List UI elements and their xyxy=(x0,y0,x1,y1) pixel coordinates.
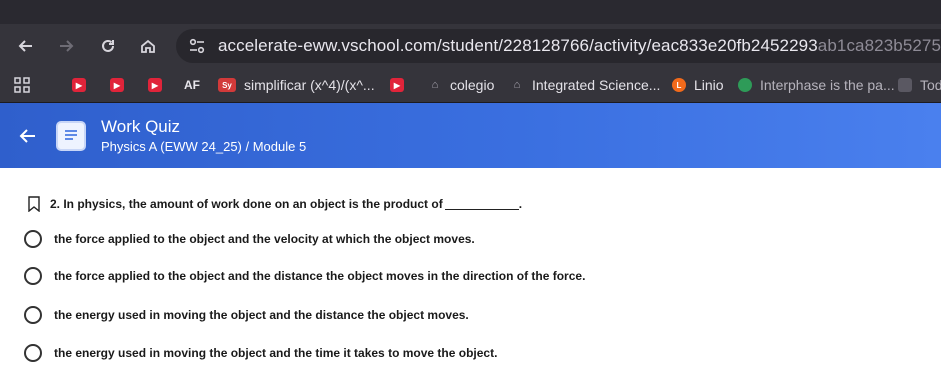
question: 2. In physics, the amount of work done o… xyxy=(28,196,522,212)
bookmark-integrated-science[interactable]: ⌂ Integrated Science... xyxy=(510,74,661,96)
quiz-icon xyxy=(56,121,86,151)
address-bar[interactable]: accelerate-eww.vschool.com/student/22812… xyxy=(176,29,941,63)
option-text: the energy used in moving the object and… xyxy=(54,308,469,322)
linio-icon: L xyxy=(672,78,686,92)
youtube-icon: ▶ xyxy=(390,78,404,92)
bookmark-youtube-4[interactable]: ▶ xyxy=(390,74,412,96)
youtube-icon: ▶ xyxy=(110,78,124,92)
home-icon[interactable] xyxy=(134,32,162,60)
tab-strip xyxy=(0,0,941,24)
reload-icon[interactable] xyxy=(94,32,122,60)
bookmark-icon[interactable] xyxy=(28,196,40,212)
radio-button[interactable] xyxy=(24,230,42,248)
bookmark-af[interactable]: AF xyxy=(184,74,200,96)
radio-button[interactable] xyxy=(24,306,42,324)
bookmark-label: Interphase is the pa... xyxy=(760,77,895,93)
folder-icon: ⌂ xyxy=(431,79,439,91)
answer-option[interactable]: the force applied to the object and the … xyxy=(24,230,475,248)
forward-arrow-icon[interactable] xyxy=(52,32,80,60)
bookmark-youtube-3[interactable]: ▶ xyxy=(148,74,170,96)
answer-option[interactable]: the energy used in moving the object and… xyxy=(24,344,497,362)
bookmark-youtube-1[interactable]: ▶ xyxy=(72,74,94,96)
bookmark-label: colegio xyxy=(450,77,495,93)
radio-button[interactable] xyxy=(24,267,42,285)
quiz-header: Work Quiz Physics A (EWW 24_25) / Module… xyxy=(0,103,941,168)
apps-grid-icon[interactable] xyxy=(14,74,30,96)
bookmark-simplificar[interactable]: Sy simplificar (x^4)/(x^... xyxy=(218,74,375,96)
bookmark-linio[interactable]: L Linio xyxy=(672,74,724,96)
symbolab-icon: Sy xyxy=(218,78,236,92)
bookmark-icon xyxy=(898,78,912,92)
youtube-icon: ▶ xyxy=(148,78,162,92)
af-icon: AF xyxy=(184,78,200,92)
bookmarks-bar: ▶ ▶ ▶ AF Sy simplificar (x^4)/(x^... ▶ ⌂… xyxy=(0,68,941,103)
youtube-icon: ▶ xyxy=(72,78,86,92)
bookmark-colegio[interactable]: ⌂ colegio xyxy=(428,74,495,96)
bookmark-label: simplificar (x^4)/(x^... xyxy=(244,77,375,93)
globe-icon xyxy=(738,78,752,92)
course-breadcrumb: Physics A (EWW 24_25) / Module 5 xyxy=(101,139,307,154)
option-text: the force applied to the object and the … xyxy=(54,232,475,246)
radio-button[interactable] xyxy=(24,344,42,362)
site-settings-icon[interactable] xyxy=(188,37,206,55)
option-text: the force applied to the object and the … xyxy=(54,269,586,283)
bookmark-interphase[interactable]: Interphase is the pa... xyxy=(738,74,895,96)
bookmark-todo[interactable]: Todo xyxy=(898,74,941,96)
answer-option[interactable]: the force applied to the object and the … xyxy=(24,267,585,285)
answer-option[interactable]: the energy used in moving the object and… xyxy=(24,306,469,324)
page-title: Work Quiz xyxy=(101,117,181,136)
bookmark-label: Todo xyxy=(920,77,941,93)
bookmark-label: Linio xyxy=(694,77,724,93)
folder-icon: ⌂ xyxy=(513,79,521,91)
back-arrow-icon[interactable] xyxy=(14,122,42,150)
back-arrow-icon[interactable] xyxy=(12,32,40,60)
bookmark-label: Integrated Science... xyxy=(532,77,661,93)
question-end: . xyxy=(518,197,523,211)
option-text: the energy used in moving the object and… xyxy=(54,346,498,360)
answer-blank xyxy=(444,199,519,210)
question-text: 2. In physics, the amount of work done o… xyxy=(50,197,443,211)
quiz-content: 2. In physics, the amount of work done o… xyxy=(0,168,941,372)
url-text: accelerate-eww.vschool.com/student/22812… xyxy=(218,36,941,55)
browser-toolbar: accelerate-eww.vschool.com/student/22812… xyxy=(0,24,941,68)
bookmark-youtube-2[interactable]: ▶ xyxy=(110,74,132,96)
